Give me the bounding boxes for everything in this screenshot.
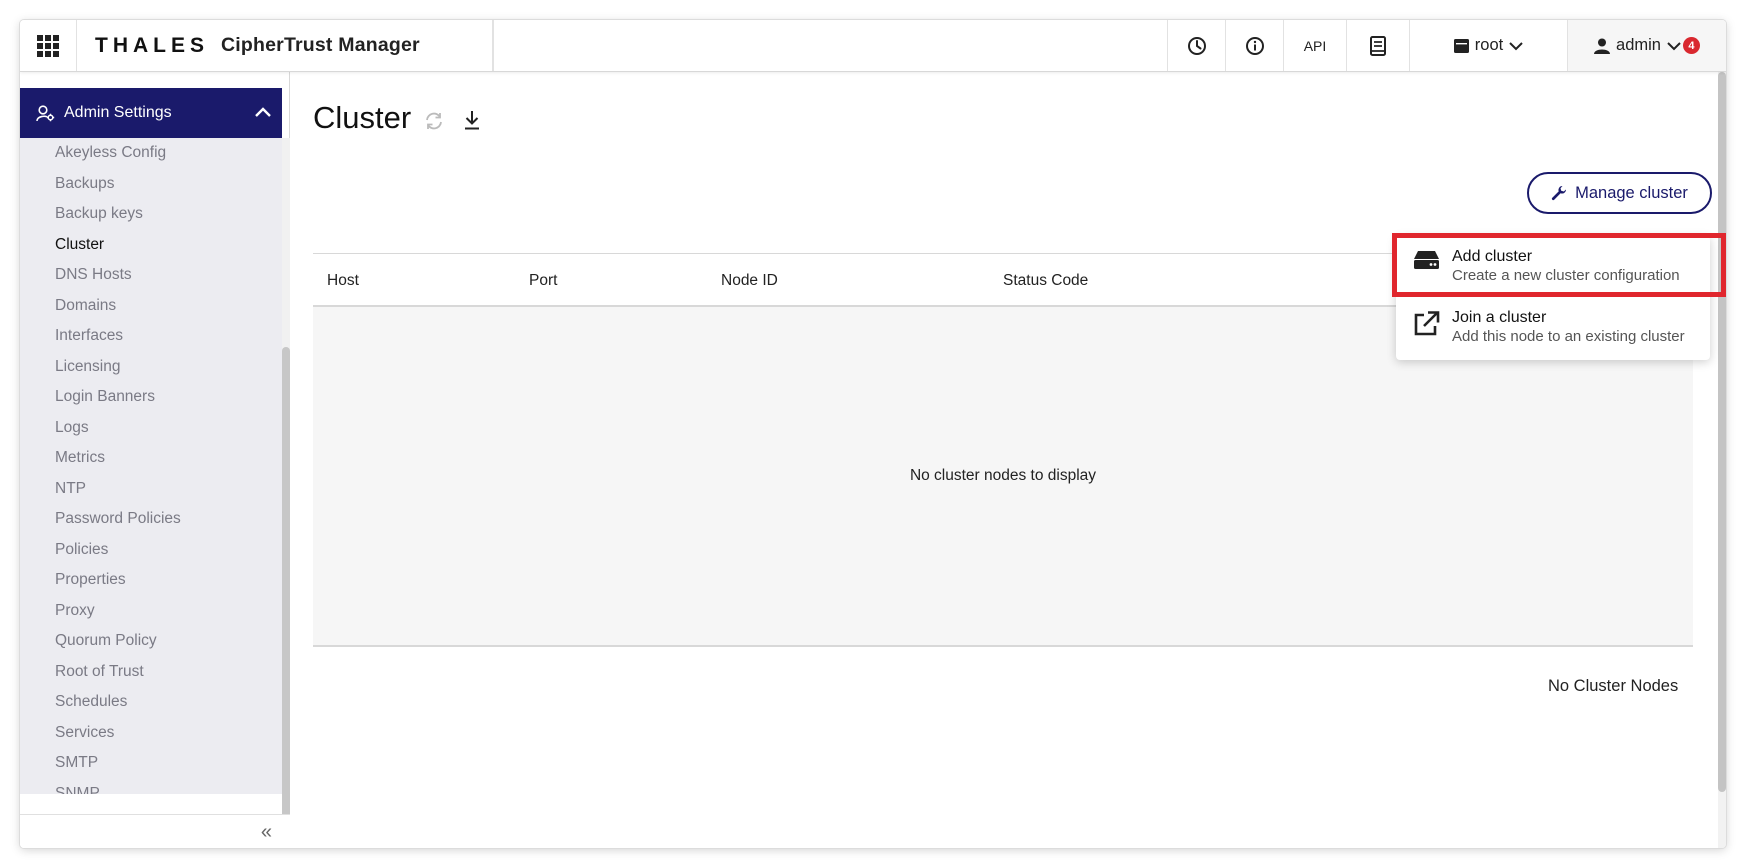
empty-table-message: No cluster nodes to display <box>909 467 1097 484</box>
book-icon <box>1370 35 1386 56</box>
main-content: Cluster Manage cluster Host Port Node ID… <box>291 72 1718 848</box>
sidebar-item-password-policies[interactable]: Password Policies <box>20 504 282 535</box>
user-settings-icon <box>36 104 55 121</box>
sidebar-item-licensing[interactable]: Licensing <box>20 352 282 383</box>
sidebar-scrollbar-thumb[interactable] <box>282 347 290 822</box>
chevron-down-icon <box>1667 41 1681 50</box>
user-icon <box>1594 38 1611 54</box>
manage-cluster-label: Manage cluster <box>1575 183 1688 202</box>
download-icon[interactable] <box>463 109 481 131</box>
sidebar-item-smtp[interactable]: SMTP <box>20 748 282 779</box>
sidebar-item-ntp[interactable]: NTP <box>20 474 282 505</box>
sidebar-footer: « <box>20 814 290 848</box>
notification-badge: 4 <box>1682 37 1700 54</box>
docs-button[interactable] <box>1347 20 1410 71</box>
menu-item-title: Add cluster <box>1452 248 1533 265</box>
chevron-up-icon <box>255 107 271 117</box>
sidebar-item-properties[interactable]: Properties <box>20 565 282 596</box>
main-scrollbar-thumb[interactable] <box>1718 72 1726 792</box>
sidebar-item-proxy[interactable]: Proxy <box>20 596 282 627</box>
topbar-spacer <box>493 20 1168 71</box>
external-link-icon <box>1414 311 1440 336</box>
api-button[interactable]: API <box>1284 20 1347 71</box>
manage-cluster-menu: Add cluster Create a new cluster configu… <box>1396 236 1710 360</box>
wrench-icon <box>1552 185 1567 201</box>
sidebar-item-backups[interactable]: Backups <box>20 169 282 200</box>
sidebar-item-cluster[interactable]: Cluster <box>20 230 282 261</box>
sidebar-item-dns-hosts[interactable]: DNS Hosts <box>20 260 282 291</box>
grid-icon <box>37 34 59 57</box>
sidebar-item-root-of-trust[interactable]: Root of Trust <box>20 657 282 688</box>
page-title: Cluster <box>313 100 412 135</box>
info-icon <box>1245 36 1264 55</box>
column-header-host[interactable]: Host <box>327 272 359 290</box>
sidebar-item-interfaces[interactable]: Interfaces <box>20 321 282 352</box>
history-button[interactable] <box>1168 20 1226 71</box>
manage-cluster-button[interactable]: Manage cluster <box>1527 172 1712 214</box>
menu-item-add-cluster[interactable]: Add cluster Create a new cluster configu… <box>1396 236 1710 294</box>
column-header-status-code[interactable]: Status Code <box>1003 272 1088 290</box>
product-name: CipherTrust Manager <box>221 34 420 56</box>
sidebar-item-schedules[interactable]: Schedules <box>20 687 282 718</box>
app-launcher-button[interactable] <box>20 20 77 71</box>
chevron-down-icon <box>1509 41 1523 50</box>
sidebar-item-backup-keys[interactable]: Backup keys <box>20 199 282 230</box>
thales-wordmark: THALES <box>95 33 209 57</box>
collapse-sidebar-button[interactable]: « <box>261 821 272 844</box>
menu-item-title: Join a cluster <box>1452 309 1547 326</box>
sidebar-item-domains[interactable]: Domains <box>20 291 282 322</box>
menu-item-subtitle: Add this node to an existing cluster <box>1452 328 1685 345</box>
info-button[interactable] <box>1226 20 1284 71</box>
sidebar-item-services[interactable]: Services <box>20 718 282 749</box>
user-label: admin <box>1616 36 1661 54</box>
menu-item-subtitle: Create a new cluster configuration <box>1452 267 1680 284</box>
column-header-node-id[interactable]: Node ID <box>721 272 778 290</box>
column-header-port[interactable]: Port <box>529 272 557 290</box>
sidebar-item-policies[interactable]: Policies <box>20 535 282 566</box>
top-bar: THALES CipherTrust Manager API root admi… <box>20 20 1726 72</box>
refresh-icon[interactable] <box>424 112 444 130</box>
brand-logo[interactable]: THALES CipherTrust Manager <box>77 20 493 71</box>
sidebar-item-quorum-policy[interactable]: Quorum Policy <box>20 626 282 657</box>
sidebar-item-login-banners[interactable]: Login Banners <box>20 382 282 413</box>
sidebar-item-logs[interactable]: Logs <box>20 413 282 444</box>
sidebar-section-title: Admin Settings <box>64 104 172 121</box>
sidebar: Admin Settings Akeyless Config Backups B… <box>20 72 290 848</box>
domain-label: root <box>1474 36 1504 54</box>
user-menu[interactable]: admin 4 <box>1568 20 1726 71</box>
sidebar-section-admin-settings[interactable]: Admin Settings <box>20 88 282 138</box>
sidebar-item-metrics[interactable]: Metrics <box>20 443 282 474</box>
sidebar-menu: Akeyless Config Backups Backup keys Clus… <box>20 138 282 794</box>
menu-item-join-cluster[interactable]: Join a cluster Add this node to an exist… <box>1396 297 1710 355</box>
domain-icon <box>1453 38 1469 53</box>
sidebar-item-akeyless-config[interactable]: Akeyless Config <box>20 138 282 169</box>
clock-icon <box>1187 36 1206 55</box>
cluster-node-count: No Cluster Nodes <box>1548 677 1679 695</box>
app-window: THALES CipherTrust Manager API root admi… <box>20 20 1726 848</box>
sidebar-item-snmp[interactable]: SNMP <box>20 779 282 795</box>
hard-drive-icon <box>1414 251 1439 269</box>
domain-selector[interactable]: root <box>1410 20 1568 71</box>
